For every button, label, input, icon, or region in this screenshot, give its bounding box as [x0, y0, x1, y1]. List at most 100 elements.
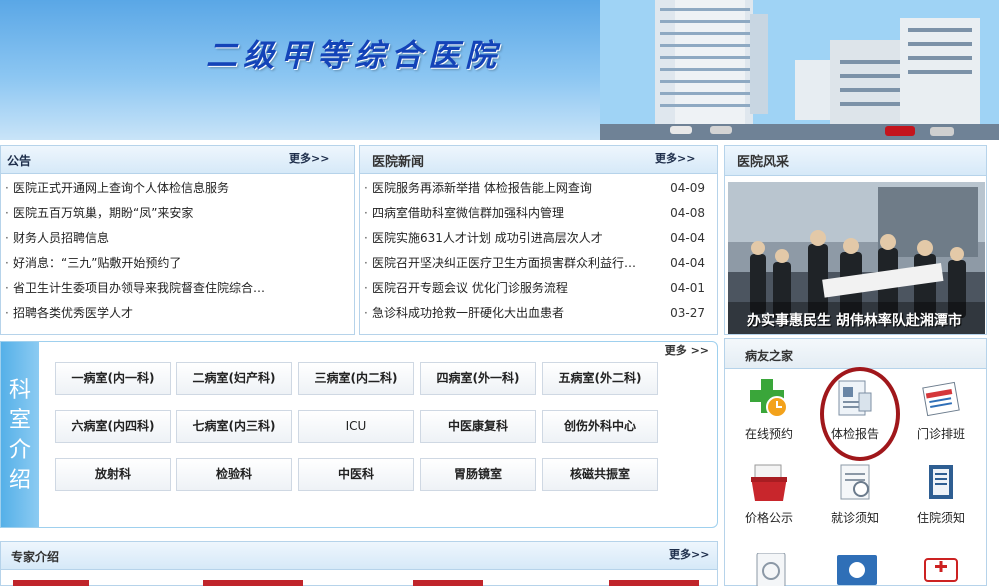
expert-more-link[interactable]: 更多>> [669, 546, 709, 562]
department-button[interactable]: 四病室(外一科) [420, 362, 536, 395]
department-button[interactable]: 六病室(内四科) [55, 410, 171, 443]
department-button[interactable]: 中医康复科 [420, 410, 536, 443]
department-side-char: 绍 [8, 468, 31, 493]
patient-home-item[interactable]: 体检报告 [815, 379, 895, 459]
bullet-icon: · [364, 181, 368, 195]
news-item[interactable]: · 急诊科成功抢救一肝硬化大出血患者 03-27 [360, 301, 717, 326]
patient-home-item-label: 住院须知 [916, 511, 965, 525]
notice-item[interactable]: · 好消息：“三九”贴敷开始预约了 [1, 251, 354, 276]
department-button[interactable]: 胃肠镜室 [420, 458, 536, 491]
visit-notice-icon [833, 463, 877, 503]
bullet-icon: · [5, 256, 9, 270]
news-item-date: 04-04 [670, 231, 705, 245]
patient-home-item[interactable]: 门诊排班 [901, 379, 981, 459]
news-item[interactable]: · 医院召开专题会议 优化门诊服务流程 04-01 [360, 276, 717, 301]
style-header: 医院风采 [725, 146, 986, 176]
department-button[interactable]: 七病室(内三科) [176, 410, 292, 443]
bullet-icon: · [364, 306, 368, 320]
notice-item-link[interactable]: 省卫生计生委项目办领导来我院督查住院综合… [13, 276, 265, 301]
news-item-date: 04-08 [670, 206, 705, 220]
notice-item-link[interactable]: 医院五百万筑巢，期盼“凤”来安家 [13, 201, 193, 226]
notice-item-link[interactable]: 招聘各类优秀医学人才 [13, 301, 133, 326]
news-item-date: 04-09 [670, 181, 705, 195]
department-button[interactable]: 三病室(内二科) [298, 362, 414, 395]
patient-home-item[interactable]: 价格公示 [729, 463, 809, 543]
patient-home-item-label: 价格公示 [744, 511, 793, 525]
inpatient-notice-icon [919, 463, 963, 503]
notice-list: · 医院正式开通网上查询个人体检信息服务 · 医院五百万筑巢，期盼“凤”来安家 · 财务人… [1, 176, 354, 326]
notice-panel: 公告 更多>> · 医院正式开通网上查询个人体检信息服务 · 医院五百万筑巢，期盼“凤… [0, 145, 355, 335]
expert-photo-strip [1, 580, 717, 586]
news-item[interactable]: · 医院服务再添新举措 体检报告能上网查询 04-09 [360, 176, 717, 201]
news-item-date: 04-01 [670, 281, 705, 295]
department-button[interactable]: 二病室(妇产科) [176, 362, 292, 395]
department-side-char: 科 [8, 378, 31, 403]
department-button[interactable]: 中医科 [298, 458, 414, 491]
news-item[interactable]: · 四病室借助科室微信群加强科内管理 04-08 [360, 201, 717, 226]
hospital-building-image [600, 0, 999, 140]
style-caption: 办实事惠民生 胡伟林率队赴湘潭市 [747, 313, 962, 329]
expert-panel: 专家介绍 更多>> [0, 541, 718, 586]
id-card-icon[interactable] [835, 553, 879, 586]
notice-item-link[interactable]: 财务人员招聘信息 [13, 226, 109, 251]
news-item-link[interactable]: 急诊科成功抢救一肝硬化大出血患者 [372, 301, 564, 326]
bullet-icon: · [364, 231, 368, 245]
patient-home-item-label: 体检报告 [830, 427, 879, 441]
department-button[interactable]: 一病室(内一科) [55, 362, 171, 395]
news-item-link[interactable]: 四病室借助科室微信群加强科内管理 [372, 201, 564, 226]
notice-header: 公告 更多>> [1, 146, 354, 174]
news-item[interactable]: · 医院实施631人才计划 成功引进高层次人才 04-04 [360, 226, 717, 251]
news-title: 医院新闻 [372, 155, 425, 170]
notice-more-link[interactable]: 更多>> [289, 150, 329, 166]
notice-item[interactable]: · 省卫生计生委项目办领导来我院督查住院综合… [1, 276, 354, 301]
expert-title: 专家介绍 [11, 550, 60, 564]
patient-home-item[interactable]: 就诊须知 [815, 463, 895, 543]
clinic-schedule-icon [919, 379, 963, 419]
bullet-icon: · [5, 281, 9, 295]
hospital-title: 二级甲等综合医院 [206, 38, 502, 74]
news-header: 医院新闻 更多>> [360, 146, 717, 174]
department-side-char: 介 [8, 438, 31, 463]
notice-item[interactable]: · 医院正式开通网上查询个人体检信息服务 [1, 176, 354, 201]
patient-home-panel: 病友之家 在线预约 体检报告 门诊排班价格公示 就诊须知 住院须知 [724, 338, 987, 586]
bullet-icon: · [364, 206, 368, 220]
notice-item-link[interactable]: 医院正式开通网上查询个人体检信息服务 [13, 176, 229, 201]
style-title: 医院风采 [737, 155, 790, 170]
patient-home-item-label: 门诊排班 [916, 427, 965, 441]
news-more-link[interactable]: 更多>> [655, 150, 695, 166]
department-button[interactable]: 创伤外科中心 [542, 410, 658, 443]
news-item[interactable]: · 医院召开坚决纠正医疗卫生方面损害群众利益行… 04-04 [360, 251, 717, 276]
news-item-date: 04-04 [670, 256, 705, 270]
ambulance-icon[interactable] [921, 553, 965, 586]
department-panel: 科室介绍 更多 >> 一病室(内一科) 二病室(妇产科) 三病室(内二科) 四病室(外… [0, 341, 718, 528]
bullet-icon: · [5, 206, 9, 220]
notice-item[interactable]: · 财务人员招聘信息 [1, 226, 354, 251]
news-item-link[interactable]: 医院召开坚决纠正医疗卫生方面损害群众利益行… [372, 251, 636, 276]
news-item-link[interactable]: 医院服务再添新举措 体检报告能上网查询 [372, 176, 592, 201]
patient-home-item[interactable]: 住院须知 [901, 463, 981, 543]
news-list: · 医院服务再添新举措 体检报告能上网查询 04-09 · 四病室借助科室微信群加强科内… [360, 176, 717, 326]
department-button[interactable]: ICU [298, 410, 414, 443]
notice-item[interactable]: · 招聘各类优秀医学人才 [1, 301, 354, 326]
news-item-link[interactable]: 医院实施631人才计划 成功引进高层次人才 [372, 226, 603, 251]
patient-home-item[interactable]: 在线预约 [729, 379, 809, 459]
patient-home-item-label: 在线预约 [744, 427, 793, 441]
patient-home-title: 病友之家 [745, 349, 794, 363]
online-booking-icon [747, 379, 791, 419]
expert-header: 专家介绍 更多>> [1, 542, 717, 570]
department-side-label: 科室介绍 [1, 342, 39, 496]
department-button[interactable]: 检验科 [176, 458, 292, 491]
department-button[interactable]: 五病室(外二科) [542, 362, 658, 395]
notice-item-link[interactable]: 好消息：“三九”贴敷开始预约了 [13, 251, 181, 276]
news-item-link[interactable]: 医院召开专题会议 优化门诊服务流程 [372, 276, 568, 301]
header-banner: 二级甲等综合医院 [0, 0, 999, 140]
department-side-title: 科室介绍 [1, 342, 39, 527]
department-button[interactable]: 核磁共振室 [542, 458, 658, 491]
department-more-link[interactable]: 更多 >> [665, 342, 709, 358]
bullet-icon: · [5, 231, 9, 245]
department-button[interactable]: 放射科 [55, 458, 171, 491]
document-icon[interactable] [753, 553, 789, 586]
notice-item[interactable]: · 医院五百万筑巢，期盼“凤”来安家 [1, 201, 354, 226]
notice-title: 公告 [7, 154, 32, 168]
hospital-style-panel: 医院风采 办实事惠民生 胡伟林率队赴湘潭市 [724, 145, 987, 335]
